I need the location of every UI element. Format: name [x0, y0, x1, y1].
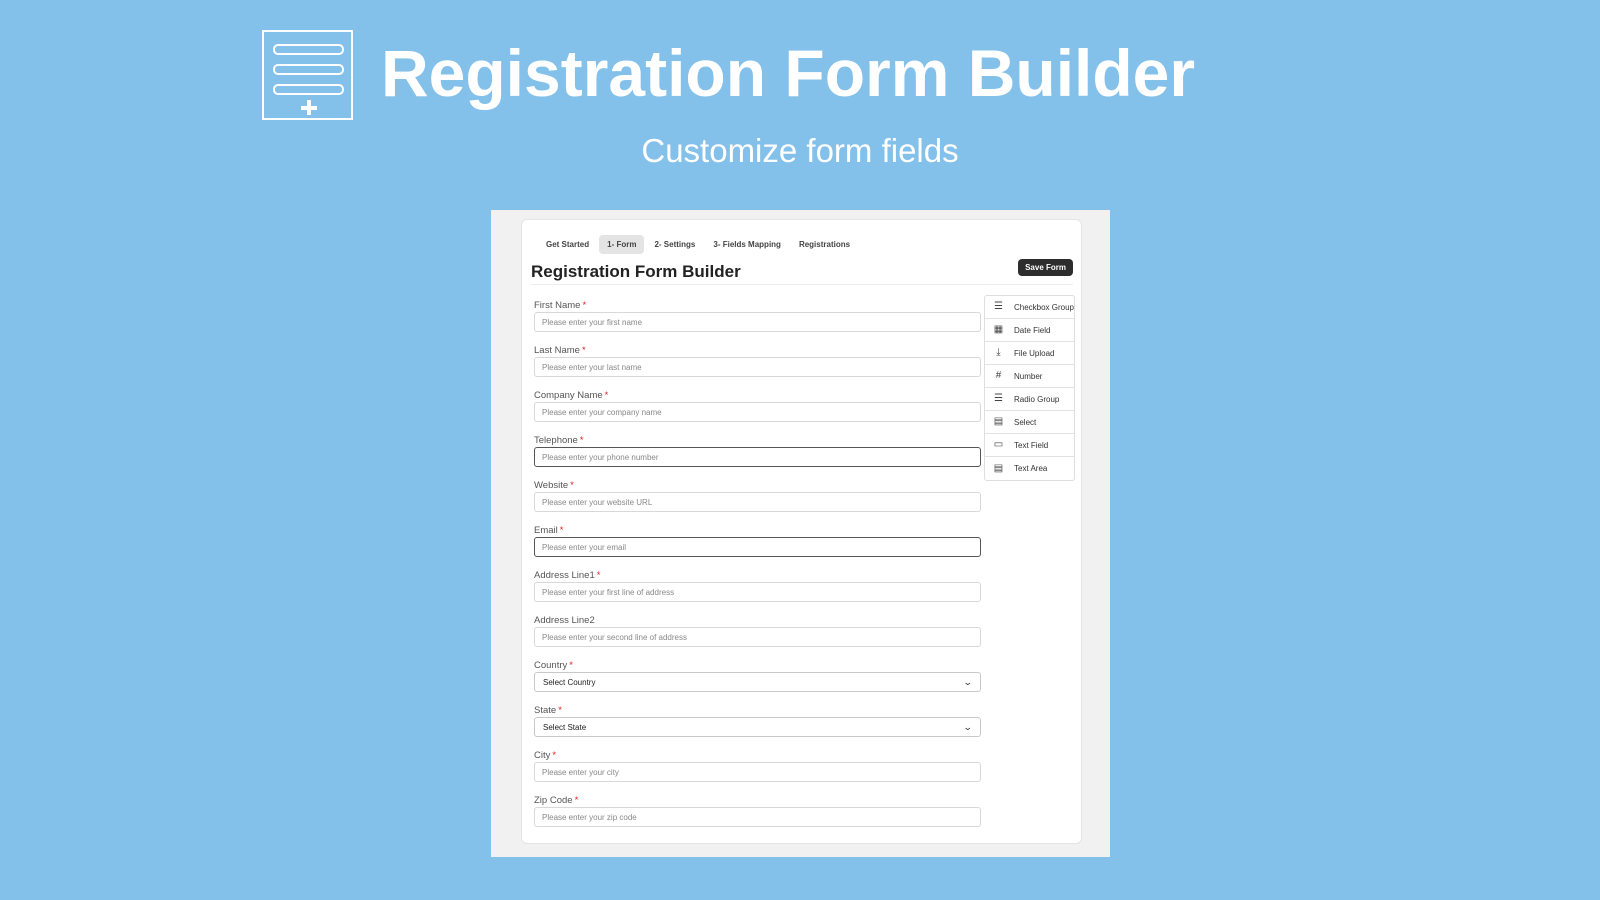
checklist-icon: ☰ — [994, 301, 1003, 312]
form-builder-logo-icon — [262, 30, 353, 120]
text-field-icon: ▭ — [993, 439, 1004, 450]
tab-settings[interactable]: 2- Settings — [646, 235, 703, 254]
country-select[interactable]: Select Country ⌄ — [534, 672, 981, 692]
field-email: Email * — [534, 525, 981, 570]
list-icon: ☰ — [994, 393, 1003, 404]
required-marker: * — [596, 570, 601, 581]
field-telephone: Telephone * — [534, 435, 981, 480]
state-select[interactable]: Select State ⌄ — [534, 717, 981, 737]
tab-registrations[interactable]: Registrations — [791, 235, 858, 254]
field-first-name: First Name * — [534, 300, 981, 345]
upload-icon: ⤓ — [996, 347, 1001, 358]
chevron-down-icon: ⌄ — [963, 676, 974, 687]
field-label: First Name — [534, 300, 581, 311]
required-marker: * — [570, 480, 574, 491]
palette-item-number[interactable]: # Number — [985, 365, 1074, 388]
country-select-value: Select Country — [543, 677, 596, 687]
palette-item-text-field[interactable]: ▭ Text Field — [985, 434, 1074, 457]
field-label: Website — [534, 480, 569, 491]
select-box-icon: ▤ — [993, 416, 1004, 427]
palette-item-checkbox-group[interactable]: ☰ Checkbox Group — [985, 296, 1074, 319]
required-marker: * — [604, 390, 609, 401]
address-line1-input[interactable] — [534, 582, 981, 602]
last-name-input[interactable] — [534, 357, 981, 377]
field-address-line1: Address Line1 * — [534, 570, 981, 615]
field-address-line2: Address Line2 — [534, 615, 981, 660]
required-marker: * — [581, 345, 586, 356]
field-label: Address Line2 — [534, 615, 595, 626]
required-marker: * — [579, 435, 584, 446]
required-marker: * — [574, 795, 579, 806]
required-marker: * — [552, 750, 557, 761]
divider — [531, 284, 1073, 285]
form-fields: First Name* Last Name* Company Name* Tel… — [534, 300, 981, 840]
telephone-input[interactable] — [534, 447, 981, 467]
field-website: Website * — [534, 480, 981, 525]
field-country: Country * Select Country ⌄ — [534, 660, 981, 705]
field-palette: ☰ Checkbox Group ▦ Date Field ⤓ File Upl… — [984, 295, 1075, 481]
form-builder-card: Get Started 1- Form 2- Settings 3- Field… — [521, 219, 1082, 844]
field-label: Country — [534, 660, 568, 671]
required-marker: * — [582, 300, 587, 311]
field-label: City — [534, 750, 551, 761]
field-last-name: Last Name * — [534, 345, 981, 390]
tab-get-started[interactable]: Get Started — [538, 235, 597, 254]
app-screenshot: Get Started 1- Form 2- Settings 3- Field… — [491, 210, 1110, 857]
chevron-down-icon: ⌄ — [963, 721, 974, 732]
palette-item-select[interactable]: ▤ Select — [985, 411, 1074, 434]
palette-item-file-upload[interactable]: ⤓ File Upload — [985, 342, 1074, 365]
page-title: Registration Form Builder — [531, 262, 741, 281]
first-name-input[interactable] — [534, 312, 981, 332]
field-zip-code: Zip Code * — [534, 795, 981, 840]
palette-item-radio-group[interactable]: ☰ Radio Group — [985, 388, 1074, 411]
field-label: Telephone — [534, 435, 578, 446]
save-form-button[interactable]: Save Form — [1018, 259, 1073, 276]
field-label: Address Line1 — [534, 570, 595, 581]
palette-item-date-field[interactable]: ▦ Date Field — [985, 319, 1074, 342]
field-label: Email — [534, 525, 558, 536]
hash-icon: # — [995, 370, 1002, 381]
palette-item-text-area[interactable]: ▤ Text Area — [985, 457, 1074, 480]
website-input[interactable] — [534, 492, 981, 512]
tab-bar: Get Started 1- Form 2- Settings 3- Field… — [538, 235, 858, 254]
required-marker: * — [559, 525, 564, 536]
field-state: State * Select State ⌄ — [534, 705, 981, 750]
state-select-value: Select State — [543, 722, 587, 732]
hero-title: Registration Form Builder — [381, 36, 1196, 110]
address-line2-input[interactable] — [534, 627, 981, 647]
field-city: City * — [534, 750, 981, 795]
calendar-icon: ▦ — [993, 324, 1004, 335]
email-input[interactable] — [534, 537, 981, 557]
company-name-input[interactable] — [534, 402, 981, 422]
field-label: Last Name — [534, 345, 580, 356]
tab-form[interactable]: 1- Form — [599, 235, 645, 254]
hero-subtitle: Customize form fields — [641, 132, 959, 169]
field-label: Zip Code — [534, 795, 573, 806]
field-company-name: Company Name * — [534, 390, 981, 435]
required-marker: * — [569, 660, 573, 671]
required-marker: * — [558, 705, 562, 716]
city-input[interactable] — [534, 762, 981, 782]
field-label: State — [534, 705, 557, 716]
tab-fields-mapping[interactable]: 3- Fields Mapping — [705, 235, 789, 254]
field-label: Company Name — [534, 390, 603, 401]
zip-code-input[interactable] — [534, 807, 981, 827]
text-area-icon: ▤ — [993, 462, 1004, 474]
